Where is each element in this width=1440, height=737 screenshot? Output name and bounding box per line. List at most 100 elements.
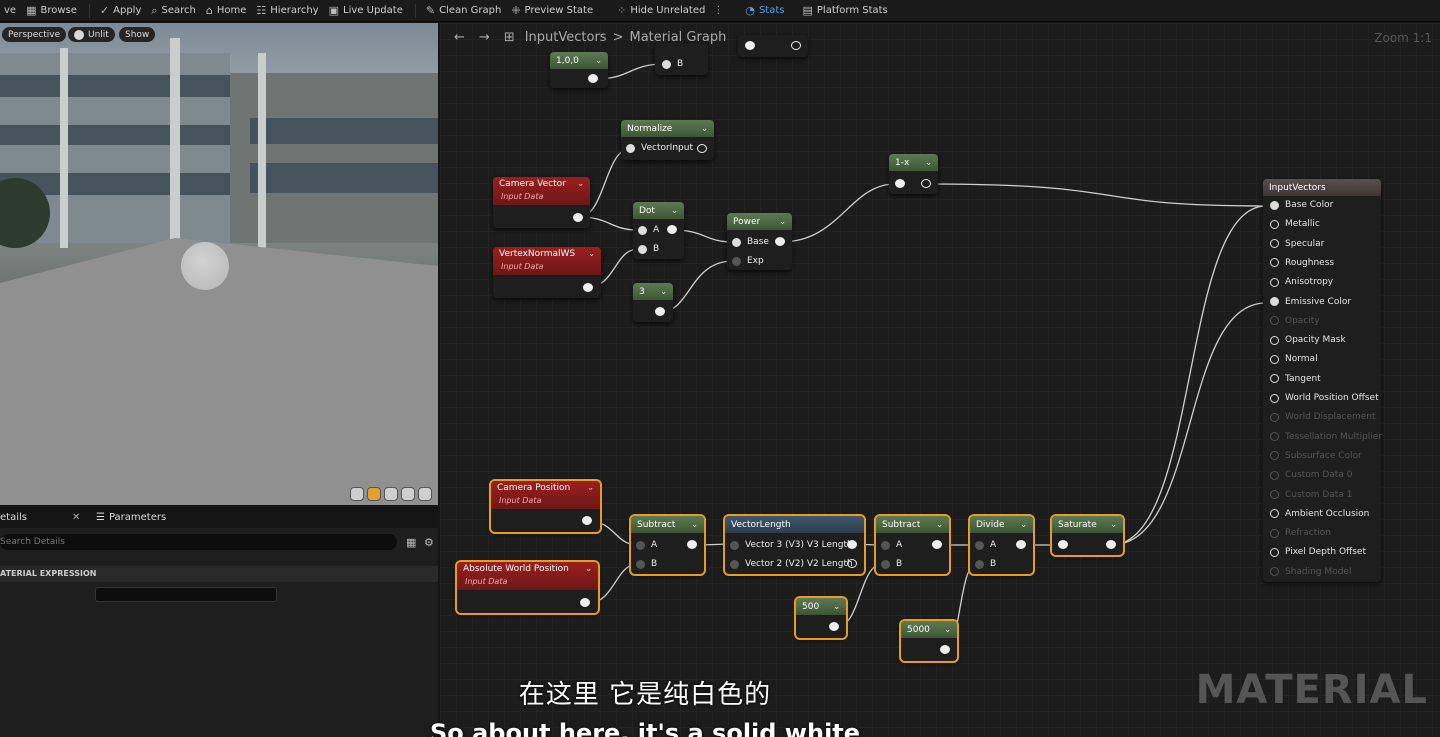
- node-subtract-2[interactable]: Subtract ⌄ A B: [874, 514, 951, 576]
- result-pin[interactable]: Opacity Mask: [1270, 335, 1346, 345]
- result-pin[interactable]: Roughness: [1270, 258, 1334, 268]
- close-tab-icon[interactable]: ✕: [72, 512, 80, 523]
- chevron-down-icon[interactable]: ⌄: [671, 206, 678, 215]
- back-arrow-icon[interactable]: ←: [454, 30, 465, 45]
- save-button[interactable]: ve: [0, 0, 22, 21]
- node-subtract-1[interactable]: Subtract ⌄ A B: [629, 514, 706, 576]
- search-details-input[interactable]: Search Details: [0, 534, 397, 550]
- material-graph[interactable]: ← → ⊞ InputVectors > Material Graph Zoom…: [440, 23, 1440, 737]
- result-pin-label: Anisotropy: [1285, 277, 1334, 288]
- node-absolute-world-position[interactable]: Absolute World Position ⌄ Input Data: [455, 560, 600, 615]
- platform-stats-button[interactable]: ▤ Platform Stats: [798, 0, 893, 21]
- chevron-down-icon[interactable]: ⌄: [936, 520, 943, 529]
- result-pin-label: Subsurface Color: [1285, 450, 1362, 461]
- cube-icon[interactable]: [401, 487, 415, 501]
- material-expression-section[interactable]: ATERIAL EXPRESSION: [0, 566, 438, 582]
- more-options-icon[interactable]: ⋮: [713, 5, 723, 16]
- show-button[interactable]: Show: [119, 27, 156, 42]
- result-pin[interactable]: Opacity: [1270, 316, 1320, 326]
- result-pin[interactable]: Emissive Color: [1270, 297, 1351, 307]
- result-pin-label: Ambient Occlusion: [1285, 508, 1370, 519]
- tab-parameters[interactable]: ☰ Parameters: [96, 512, 166, 523]
- chevron-down-icon[interactable]: ⌄: [660, 287, 667, 296]
- expression-value-field[interactable]: [95, 587, 277, 602]
- node-title: 1-x: [895, 157, 910, 168]
- node-title: 3: [639, 286, 645, 297]
- node-saturate[interactable]: Saturate ⌄: [1050, 514, 1125, 557]
- unlit-button[interactable]: Unlit: [68, 27, 115, 42]
- result-pin[interactable]: Subsurface Color: [1270, 451, 1362, 461]
- result-pin[interactable]: Custom Data 0: [1270, 470, 1352, 480]
- node-constant-3[interactable]: 3 ⌄: [633, 283, 673, 322]
- table-view-icon[interactable]: ▦: [406, 536, 416, 549]
- node-header: 1,0,0 ⌄: [550, 52, 608, 69]
- apply-button[interactable]: ✓ Apply: [96, 0, 147, 21]
- chevron-down-icon[interactable]: ⌄: [1110, 520, 1117, 529]
- gear-icon[interactable]: ⚙: [424, 536, 434, 549]
- preview-state-button[interactable]: ⁜ Preview State: [507, 0, 599, 21]
- chevron-down-icon[interactable]: ⌄: [701, 124, 708, 133]
- teapot-icon[interactable]: [418, 487, 432, 501]
- result-pin[interactable]: Tangent: [1270, 374, 1321, 384]
- node-camera-vector[interactable]: Camera Vector ⌄ Input Data: [493, 177, 590, 228]
- result-pin[interactable]: Tessellation Multiplier: [1270, 432, 1382, 442]
- result-pin[interactable]: Metallic: [1270, 219, 1320, 229]
- chevron-down-icon[interactable]: ⌄: [587, 483, 594, 492]
- node-constant-500[interactable]: 500 ⌄: [794, 596, 848, 640]
- tab-details[interactable]: etails: [0, 512, 27, 523]
- home-button[interactable]: ⌂ Home: [202, 0, 253, 21]
- breadcrumb-root[interactable]: InputVectors: [525, 30, 607, 45]
- search-button[interactable]: ⌕ Search: [147, 0, 202, 21]
- chevron-down-icon[interactable]: ⌄: [1020, 520, 1027, 529]
- node-title: Subtract: [882, 519, 921, 530]
- result-pin[interactable]: Shading Model: [1270, 567, 1351, 577]
- chevron-down-icon[interactable]: ⌄: [595, 56, 602, 65]
- hide-unrelated-button[interactable]: ⁘ Hide Unrelated ⋮: [613, 0, 729, 21]
- chevron-down-icon[interactable]: ⌄: [779, 217, 786, 226]
- result-pin[interactable]: World Position Offset: [1270, 393, 1379, 403]
- chevron-down-icon[interactable]: ⌄: [944, 625, 951, 634]
- chevron-down-icon[interactable]: ⌄: [588, 249, 595, 258]
- forward-arrow-icon[interactable]: →: [479, 30, 490, 45]
- node-dot[interactable]: Dot ⌄ A B: [633, 202, 684, 259]
- result-pin[interactable]: Ambient Occlusion: [1270, 509, 1369, 519]
- browse-button[interactable]: ▦ Browse: [22, 0, 83, 21]
- node-material-result[interactable]: InputVectors Base Color Metallic Specular R…: [1263, 179, 1382, 582]
- perspective-button[interactable]: Perspective: [2, 27, 67, 42]
- chevron-down-icon[interactable]: ⌄: [925, 158, 932, 167]
- hierarchy-button[interactable]: ☷ Hierarchy: [252, 0, 324, 21]
- node-dot-top[interactable]: B: [655, 43, 708, 75]
- chevron-down-icon[interactable]: ⌄: [585, 564, 592, 573]
- result-pin[interactable]: Normal: [1270, 354, 1318, 364]
- cylinder-icon[interactable]: [350, 487, 364, 501]
- live-update-button[interactable]: ▣ Live Update: [325, 0, 409, 21]
- sphere-icon[interactable]: [367, 487, 381, 501]
- node-power[interactable]: Power ⌄ Base Exp: [727, 213, 792, 270]
- stats-button[interactable]: ◔ Stats: [741, 0, 790, 21]
- pin-b: B: [662, 59, 683, 69]
- result-pin[interactable]: Pixel Depth Offset: [1270, 547, 1366, 557]
- result-pin[interactable]: World Displacement: [1270, 412, 1376, 422]
- result-pin[interactable]: Refraction: [1270, 528, 1331, 538]
- node-constant-100[interactable]: 1,0,0 ⌄: [550, 52, 608, 88]
- node-constant-5000[interactable]: 5000 ⌄: [899, 619, 959, 663]
- node-vector-length[interactable]: VectorLength Vector 3 (V3) V3 Length Vec…: [723, 514, 866, 576]
- node-divide[interactable]: Divide ⌄ A B: [968, 514, 1035, 576]
- chevron-down-icon[interactable]: ⌄: [577, 179, 584, 188]
- node-partial-top[interactable]: [738, 35, 808, 57]
- node-vertex-normal-ws[interactable]: VertexNormalWS ⌄ Input Data: [493, 247, 601, 298]
- plane-icon[interactable]: [384, 487, 398, 501]
- preview-viewport[interactable]: Perspective Unlit Show: [0, 23, 438, 505]
- chevron-down-icon[interactable]: ⌄: [833, 602, 840, 611]
- clean-graph-button[interactable]: ✎ Clean Graph: [422, 0, 507, 21]
- node-camera-position[interactable]: Camera Position ⌄ Input Data: [489, 479, 602, 534]
- result-pin[interactable]: Base Color: [1270, 200, 1333, 210]
- node-one-minus[interactable]: 1-x ⌄: [889, 154, 938, 194]
- node-normalize[interactable]: Normalize ⌄ VectorInput: [621, 120, 714, 160]
- pin-label: Vector 3 (V3) V3 Length: [745, 540, 853, 550]
- node-subtitle: Input Data: [501, 192, 544, 201]
- result-pin[interactable]: Custom Data 1: [1270, 490, 1352, 500]
- chevron-down-icon[interactable]: ⌄: [691, 520, 698, 529]
- result-pin[interactable]: Specular: [1270, 239, 1324, 249]
- result-pin[interactable]: Anisotropy: [1270, 277, 1333, 287]
